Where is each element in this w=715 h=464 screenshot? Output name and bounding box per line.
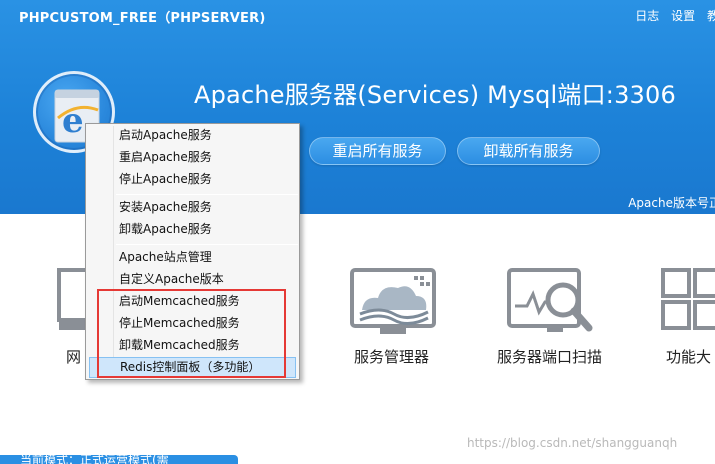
uninstall-all-services-button[interactable]: 卸载所有服务	[457, 137, 600, 165]
menu-item-start-apache[interactable]: 启动Apache服务	[86, 125, 299, 146]
mode-status-bar[interactable]: 当前模式：正式运营模式(需	[0, 455, 238, 464]
tutorial-link[interactable]: 教	[707, 9, 715, 23]
server-status: Apache服务器(Services) Mysql端口:3306	[194, 81, 676, 109]
apache-context-menu: 启动Apache服务 重启Apache服务 停止Apache服务 安装Apach…	[85, 123, 300, 380]
menu-item-uninstall-memcached[interactable]: 卸载Memcached服务	[86, 335, 299, 356]
menu-item-redis-panel[interactable]: Redis控制面板（多功能）	[89, 357, 296, 378]
menu-separator	[116, 244, 298, 245]
menu-item-apache-sites[interactable]: Apache站点管理	[86, 247, 299, 268]
menu-item-restart-apache[interactable]: 重启Apache服务	[86, 147, 299, 168]
menu-item-install-apache[interactable]: 安装Apache服务	[86, 197, 299, 218]
tile-label-web[interactable]: 网	[66, 346, 81, 367]
settings-link[interactable]: 设置	[671, 9, 695, 23]
top-links: 日志 设置 教	[627, 7, 715, 24]
menu-item-custom-apache-version[interactable]: 自定义Apache版本	[86, 269, 299, 290]
menu-item-uninstall-apache[interactable]: 卸载Apache服务	[86, 219, 299, 240]
menu-item-stop-apache[interactable]: 停止Apache服务	[86, 169, 299, 190]
mode-status-text: 当前模式：正式运营模式(需	[20, 455, 169, 464]
cloud-service-icon[interactable]	[350, 268, 436, 336]
apache-version-text: Apache版本号正	[628, 196, 715, 210]
tile-label-port-scan[interactable]: 服务器端口扫描	[497, 346, 602, 367]
tile-label-features[interactable]: 功能大	[666, 346, 711, 367]
menu-item-start-memcached[interactable]: 启动Memcached服务	[86, 291, 299, 312]
app-title: PHPCUSTOM_FREE（PHPSERVER)	[19, 11, 266, 26]
magnifier-scan-icon[interactable]	[507, 268, 597, 336]
menu-separator	[116, 194, 298, 195]
tile-label-service-manager[interactable]: 服务管理器	[354, 346, 429, 367]
log-link[interactable]: 日志	[635, 9, 659, 23]
watermark: https://blog.csdn.net/shangguanqh	[467, 436, 678, 450]
menu-item-stop-memcached[interactable]: 停止Memcached服务	[86, 313, 299, 334]
grid-apps-icon[interactable]	[661, 268, 715, 336]
restart-all-services-button[interactable]: 重启所有服务	[309, 137, 446, 165]
